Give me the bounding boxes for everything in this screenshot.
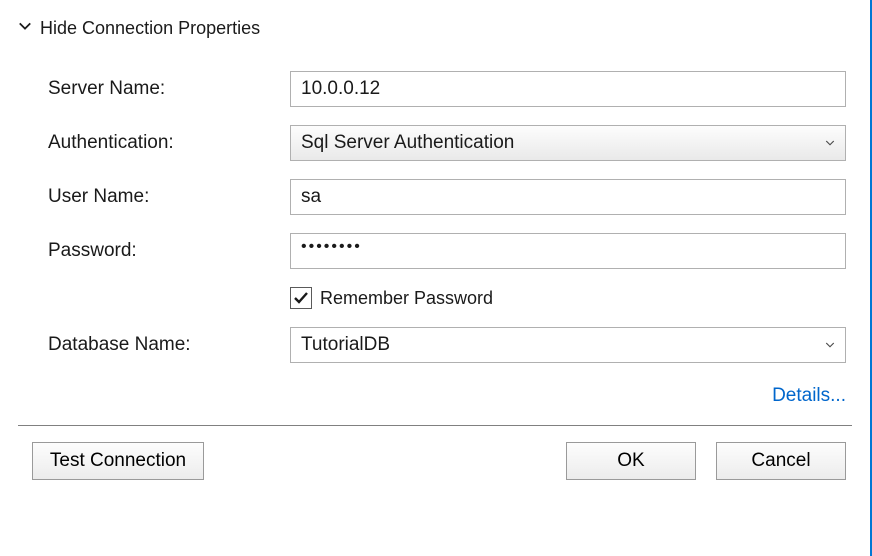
database-name-label: Database Name: bbox=[48, 334, 278, 356]
ok-button[interactable]: OK bbox=[566, 442, 696, 480]
password-mask: •••••••• bbox=[301, 238, 362, 255]
database-name-select[interactable]: TutorialDB bbox=[290, 327, 846, 363]
details-link[interactable]: Details... bbox=[18, 385, 852, 407]
section-header-label: Hide Connection Properties bbox=[40, 18, 260, 39]
divider bbox=[18, 425, 852, 426]
test-connection-button[interactable]: Test Connection bbox=[32, 442, 204, 480]
authentication-select[interactable]: Sql Server Authentication bbox=[290, 125, 846, 161]
authentication-label: Authentication: bbox=[48, 132, 278, 154]
remember-password-label: Remember Password bbox=[320, 288, 493, 309]
authentication-value: Sql Server Authentication bbox=[301, 132, 514, 154]
server-name-label: Server Name: bbox=[48, 78, 278, 100]
remember-password-checkbox[interactable] bbox=[290, 287, 312, 309]
toggle-connection-properties[interactable]: Hide Connection Properties bbox=[18, 18, 852, 39]
password-label: Password: bbox=[48, 240, 278, 262]
chevron-down-icon bbox=[18, 17, 32, 38]
cancel-button[interactable]: Cancel bbox=[716, 442, 846, 480]
user-name-label: User Name: bbox=[48, 186, 278, 208]
server-name-input[interactable] bbox=[290, 71, 846, 107]
database-name-value: TutorialDB bbox=[301, 334, 390, 356]
user-name-input[interactable] bbox=[290, 179, 846, 215]
password-input[interactable]: •••••••• bbox=[290, 233, 846, 269]
details-link-label: Details... bbox=[772, 385, 846, 406]
